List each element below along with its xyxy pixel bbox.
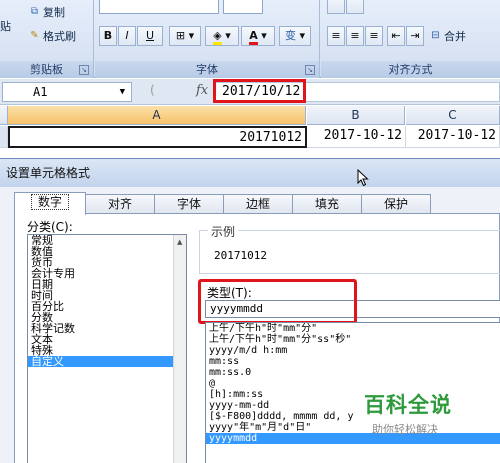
paste-label: 贴 [0,20,11,33]
scroll-up-icon[interactable]: ▲ [177,238,182,246]
dialog-title: 设置单元格格式 [0,159,500,187]
format-painter-label: 格式刷 [43,30,76,43]
fill-color-icon: ◈ [213,29,222,45]
format-painter-icon: ✎ [30,30,39,41]
format-item[interactable]: yyyy-mm-dd [206,400,500,411]
align-middle-button[interactable] [346,0,364,14]
format-item[interactable]: yyyy"年"m"月"d"日" [206,422,500,433]
paste-button[interactable]: 贴 [0,18,11,34]
formula-highlight-box [213,79,306,103]
align-top-button[interactable] [327,0,345,14]
name-box-value: A1 [33,85,48,99]
font-color-letter: A [249,29,258,45]
format-item[interactable]: @ [206,378,500,389]
tab-border[interactable]: 边框 [223,194,293,214]
align-left-icon: ≡ [331,29,341,42]
font-size-box[interactable] [223,0,263,14]
category-item[interactable]: 自定义 [28,356,186,367]
format-item[interactable]: mm:ss.0 [206,367,500,378]
alignment-caption: 对齐方式 [321,61,500,78]
column-header-c[interactable]: C [406,106,500,125]
decrease-indent-icon: ⇤ [391,29,401,42]
tab-number[interactable]: 数字 [14,192,86,215]
format-item[interactable]: mm:ss [206,356,500,367]
format-item[interactable]: [h]:mm:ss [206,389,500,400]
ribbon: 贴 ⧉ 复制 ✎ 格式刷 剪贴板 ↘ B I U ⊞ ▾ ◈ ▾ A ▾ 变 ▾… [0,0,500,78]
category-items: 常规 数值 货币 会计专用 日期 时间 百分比 分数 科学记数 文本 特殊 自定义 [28,235,186,367]
font-launcher-icon[interactable]: ↘ [305,65,315,75]
format-cells-dialog: 设置单元格格式 数字 对齐 字体 边框 填充 保护 分类(C): 常规 数值 货币会… [0,158,500,463]
copy-icon: ⧉ [30,6,39,17]
font-color-button[interactable]: A ▾ [241,26,275,46]
phonetic-button[interactable]: 变 ▾ [279,26,311,46]
watermark-title: 百科全说 [364,393,452,417]
increase-indent-icon: ⇥ [410,29,420,42]
row-header[interactable] [0,126,8,148]
alignment-group: ≡ ≡ ≡ ⇤ ⇥ ⊟ 合并 对齐方式 [321,0,500,78]
clipboard-launcher-icon[interactable]: ↘ [79,65,89,75]
cell-b1[interactable]: 2017-10-12 [307,126,406,148]
sample-label: 示例 [208,223,239,240]
dialog-tabs: 数字 对齐 字体 边框 填充 保护 [14,192,500,215]
column-header-a[interactable]: A [8,106,306,125]
category-label: 分类(C): [27,220,73,234]
borders-icon: ⊞ ▾ [175,29,195,42]
merge-label: 合并 [444,30,466,43]
tab-number-label: 数字 [30,194,69,210]
sample-group: 示例 20171012 [199,223,500,274]
format-items: 上午/下午h"时"mm"分" 上午/下午h"时"mm"分"ss"秒" yyyy/m/… [206,323,500,444]
format-item[interactable]: 上午/下午h"时"mm"分" [206,323,500,334]
font-caption: 字体 ↘ [95,61,319,78]
decrease-indent-button[interactable]: ⇤ [387,26,405,46]
phonetic-label: 变 [284,29,296,42]
align-left-button[interactable]: ≡ [327,26,345,46]
category-list[interactable]: 常规 数值 货币 会计专用 日期 时间 百分比 分数 科学记数 文本 特殊 自定义 ▲ [27,234,187,463]
bold-button[interactable]: B [99,26,117,46]
cell-a1[interactable]: 20171012 [8,126,307,148]
format-list[interactable]: 上午/下午h"时"mm"分" 上午/下午h"时"mm"分"ss"秒" yyyy/m/… [205,322,500,463]
copy-label: 复制 [43,6,65,19]
increase-indent-button[interactable]: ⇥ [406,26,424,46]
merge-icon: ⊟ [431,30,440,41]
merge-button[interactable]: ⊟ 合并 [429,28,466,44]
clipboard-group: 贴 ⧉ 复制 ✎ 格式刷 剪贴板 ↘ [0,0,94,78]
format-painter-button[interactable]: ✎ 格式刷 [28,28,76,44]
select-all-corner[interactable] [0,106,8,125]
font-group: B I U ⊞ ▾ ◈ ▾ A ▾ 变 ▾ 字体 ↘ [95,0,320,78]
clipboard-caption: 剪贴板 ↘ [0,61,93,78]
formula-circle-icon: ( [150,83,155,97]
align-center-icon: ≡ [350,29,360,42]
tab-font[interactable]: 字体 [154,194,224,214]
column-header-b[interactable]: B [307,106,405,125]
alignment-caption-text: 对齐方式 [388,63,433,76]
font-caption-text: 字体 [196,63,218,76]
watermark-subtitle: 助你轻松解决 [372,423,438,436]
tab-alignment[interactable]: 对齐 [85,194,155,214]
sample-value: 20171012 [214,249,267,262]
fill-color-button[interactable]: ◈ ▾ [205,26,239,46]
italic-button[interactable]: I [118,26,136,46]
name-box[interactable]: A1 ▼ [2,82,132,102]
format-item[interactable]: yyyymmdd [206,433,500,444]
underline-button[interactable]: U [137,26,163,46]
cell-c1[interactable]: 2017-10-12 [406,126,500,148]
type-highlight-box [198,279,357,324]
chevron-down-icon[interactable]: ▼ [120,83,125,101]
category-scrollbar[interactable]: ▲ [173,235,186,463]
tab-protection[interactable]: 保护 [361,194,431,214]
font-name-box[interactable] [99,0,219,14]
tab-fill[interactable]: 填充 [292,194,362,214]
align-center-button[interactable]: ≡ [346,26,364,46]
format-item[interactable]: yyyy/m/d h:mm [206,345,500,356]
fx-icon[interactable]: fx [196,83,208,98]
align-right-button[interactable]: ≡ [365,26,383,46]
mouse-cursor-icon [357,169,369,187]
format-item[interactable]: 上午/下午h"时"mm"分"ss"秒" [206,334,500,345]
format-item[interactable]: [$-F800]dddd, mmmm dd, y [206,411,500,422]
watermark: 百科全说 助你轻松解决 [364,389,452,437]
clipboard-caption-text: 剪贴板 [30,63,63,76]
copy-button[interactable]: ⧉ 复制 [28,4,65,20]
align-right-icon: ≡ [369,29,379,42]
borders-button[interactable]: ⊞ ▾ [169,26,201,46]
